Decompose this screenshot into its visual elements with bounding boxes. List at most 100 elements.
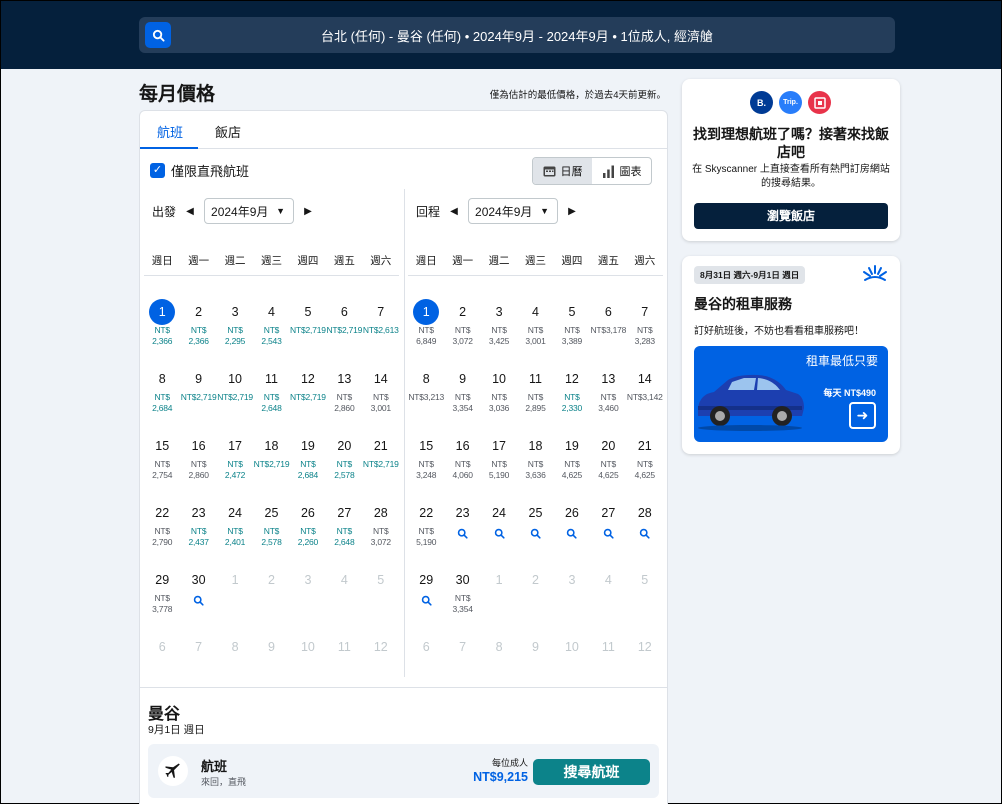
calendar-day[interactable]: 1 NT$ 2,366	[144, 299, 180, 366]
weekday-label: 週五	[597, 255, 619, 267]
search-price-icon[interactable]	[590, 528, 626, 542]
partner-logos: B. Trip.	[750, 91, 831, 114]
return-month-select[interactable]: 2024年9月 ▼	[468, 198, 559, 224]
calendar-day[interactable]: 12 NT$ 2,330	[554, 366, 590, 433]
calendar-day[interactable]: 13 NT$ 2,860	[326, 366, 362, 433]
search-price-icon[interactable]	[517, 528, 553, 542]
calendar-day[interactable]: 14 NT$3,142	[627, 366, 663, 433]
tab-hotels[interactable]: 飯店	[215, 122, 241, 141]
search-price-icon[interactable]	[444, 528, 480, 542]
browse-hotels-button[interactable]: 瀏覽飯店	[694, 203, 888, 229]
search-price-icon[interactable]	[554, 528, 590, 542]
calendar-day[interactable]: 25	[517, 500, 553, 567]
calendar-day[interactable]: 30 NT$ 3,354	[444, 567, 480, 634]
prev-month-arrow[interactable]: ◀	[184, 203, 196, 219]
calendar-day[interactable]: 2 NT$ 3,072	[444, 299, 480, 366]
calendar-day[interactable]: 30	[180, 567, 216, 634]
outbound-month-select[interactable]: 2024年9月 ▼	[204, 198, 295, 224]
calendar-day[interactable]: 5 NT$2,719	[290, 299, 326, 366]
chart-view-button[interactable]: 圖表	[592, 158, 651, 184]
calendar-day[interactable]: 26 NT$ 2,260	[290, 500, 326, 567]
calendar-day[interactable]: 28 NT$ 3,072	[363, 500, 399, 567]
calendar-day[interactable]: 23 NT$ 2,437	[180, 500, 216, 567]
calendar-day[interactable]: 23	[444, 500, 480, 567]
calendar-day[interactable]: 29	[408, 567, 444, 634]
calendar-day[interactable]: 8 NT$ 2,684	[144, 366, 180, 433]
day-number: 8	[495, 640, 503, 654]
direct-only-filter[interactable]: ✓ 僅限直飛航班	[150, 161, 249, 180]
calendar-day[interactable]: 29 NT$ 3,778	[144, 567, 180, 634]
calendar-day[interactable]: 12 NT$2,719	[290, 366, 326, 433]
search-flights-button[interactable]: 搜尋航班	[533, 759, 650, 785]
calendar-day[interactable]: 4 NT$ 2,543	[253, 299, 289, 366]
car-hire-banner[interactable]: 租車最低只要 每天 NT$490 ➜	[694, 346, 888, 442]
top-bar: 台北 (任何) - 曼谷 (任何) • 2024年9月 - 2024年9月 • …	[1, 1, 1001, 69]
weekday-label: 週六	[370, 255, 392, 267]
calendar-day[interactable]: 20 NT$ 4,625	[590, 433, 626, 500]
arrow-right-icon[interactable]: ➜	[849, 402, 876, 429]
calendar-day[interactable]: 21 NT$ 4,625	[627, 433, 663, 500]
calendar-day[interactable]: 16 NT$ 2,860	[180, 433, 216, 500]
day-price: NT$ 2,295	[224, 325, 246, 346]
calendar-day[interactable]: 28	[627, 500, 663, 567]
calendar-day[interactable]: 16 NT$ 4,060	[444, 433, 480, 500]
calendar-day[interactable]: 17 NT$ 2,472	[217, 433, 253, 500]
calendar-day[interactable]: 9 NT$ 3,354	[444, 366, 480, 433]
calendar-day[interactable]: 7 NT$2,613	[363, 299, 399, 366]
calendar-day[interactable]: 27 NT$ 2,648	[326, 500, 362, 567]
checkbox-checked-icon[interactable]: ✓	[150, 163, 165, 178]
calendar-day[interactable]: 24 NT$ 2,401	[217, 500, 253, 567]
calendar-day[interactable]: 6 NT$3,178	[590, 299, 626, 366]
calendar-day[interactable]: 13 NT$ 3,460	[590, 366, 626, 433]
calendar-day[interactable]: 18 NT$2,719	[253, 433, 290, 500]
day-number: 2	[532, 573, 539, 587]
flight-result-row[interactable]: 航班 來回，直飛 每位成人 NT$9,215 搜尋航班	[148, 744, 659, 798]
chevron-down-icon: ▼	[276, 206, 286, 216]
calendar-day[interactable]: 9 NT$2,719	[180, 366, 217, 433]
car-image	[698, 374, 804, 431]
car-hire-price: 每天 NT$490	[823, 388, 876, 398]
calendar-day[interactable]: 14 NT$ 3,001	[363, 366, 399, 433]
calendar-day[interactable]: 5 NT$ 3,389	[554, 299, 590, 366]
calendar-day[interactable]: 20 NT$ 2,578	[326, 433, 362, 500]
next-month-arrow[interactable]: ▶	[302, 203, 314, 219]
calendar-day[interactable]: 21 NT$2,719	[363, 433, 399, 500]
calendar-day[interactable]: 15 NT$ 3,248	[408, 433, 444, 500]
search-price-icon[interactable]	[481, 528, 517, 542]
calendar-day[interactable]: 15 NT$ 2,754	[144, 433, 180, 500]
calendar-day[interactable]: 3 NT$ 3,425	[481, 299, 517, 366]
search-price-icon[interactable]	[408, 595, 444, 609]
calendar-day[interactable]: 1 NT$ 6,849	[408, 299, 444, 366]
calendar-day[interactable]: 24	[481, 500, 517, 567]
calendar-day[interactable]: 7 NT$ 3,283	[627, 299, 663, 366]
calendar-day[interactable]: 19 NT$ 2,684	[290, 433, 326, 500]
calendar-day[interactable]: 11 NT$ 2,895	[517, 366, 553, 433]
calendar-day[interactable]: 22 NT$ 5,190	[408, 500, 444, 567]
weekday-label: 週四	[297, 255, 319, 267]
search-button[interactable]	[145, 22, 171, 48]
calendar-day[interactable]: 27	[590, 500, 626, 567]
next-month-arrow[interactable]: ▶	[566, 203, 578, 219]
calendar-day[interactable]: 22 NT$ 2,790	[144, 500, 180, 567]
calendar-day[interactable]: 18 NT$ 3,636	[517, 433, 553, 500]
calendar-day[interactable]: 2 NT$ 2,366	[180, 299, 216, 366]
day-price: NT$ 2,754	[152, 459, 173, 480]
calendar-day[interactable]: 25 NT$ 2,578	[253, 500, 289, 567]
calendar-day[interactable]: 6 NT$2,719	[326, 299, 362, 366]
day-number: 6	[340, 305, 348, 319]
tab-flights[interactable]: 航班	[157, 122, 183, 141]
calendar-day[interactable]: 10 NT$2,719	[217, 366, 253, 433]
calendar-view-button[interactable]: 日曆	[533, 158, 592, 184]
calendar-day[interactable]: 10 NT$ 3,036	[481, 366, 517, 433]
calendar-day[interactable]: 11 NT$ 2,648	[253, 366, 289, 433]
prev-month-arrow[interactable]: ◀	[448, 203, 460, 219]
search-price-icon[interactable]	[180, 595, 216, 609]
calendar-day[interactable]: 4 NT$ 3,001	[517, 299, 553, 366]
calendar-day[interactable]: 19 NT$ 4,625	[554, 433, 590, 500]
calendar-day[interactable]: 8 NT$3,213	[408, 366, 444, 433]
search-price-icon[interactable]	[627, 528, 663, 542]
calendar-day[interactable]: 17 NT$ 5,190	[481, 433, 517, 500]
calendar-day[interactable]: 26	[554, 500, 590, 567]
search-summary-bar[interactable]: 台北 (任何) - 曼谷 (任何) • 2024年9月 - 2024年9月 • …	[139, 17, 895, 53]
calendar-day[interactable]: 3 NT$ 2,295	[217, 299, 253, 366]
